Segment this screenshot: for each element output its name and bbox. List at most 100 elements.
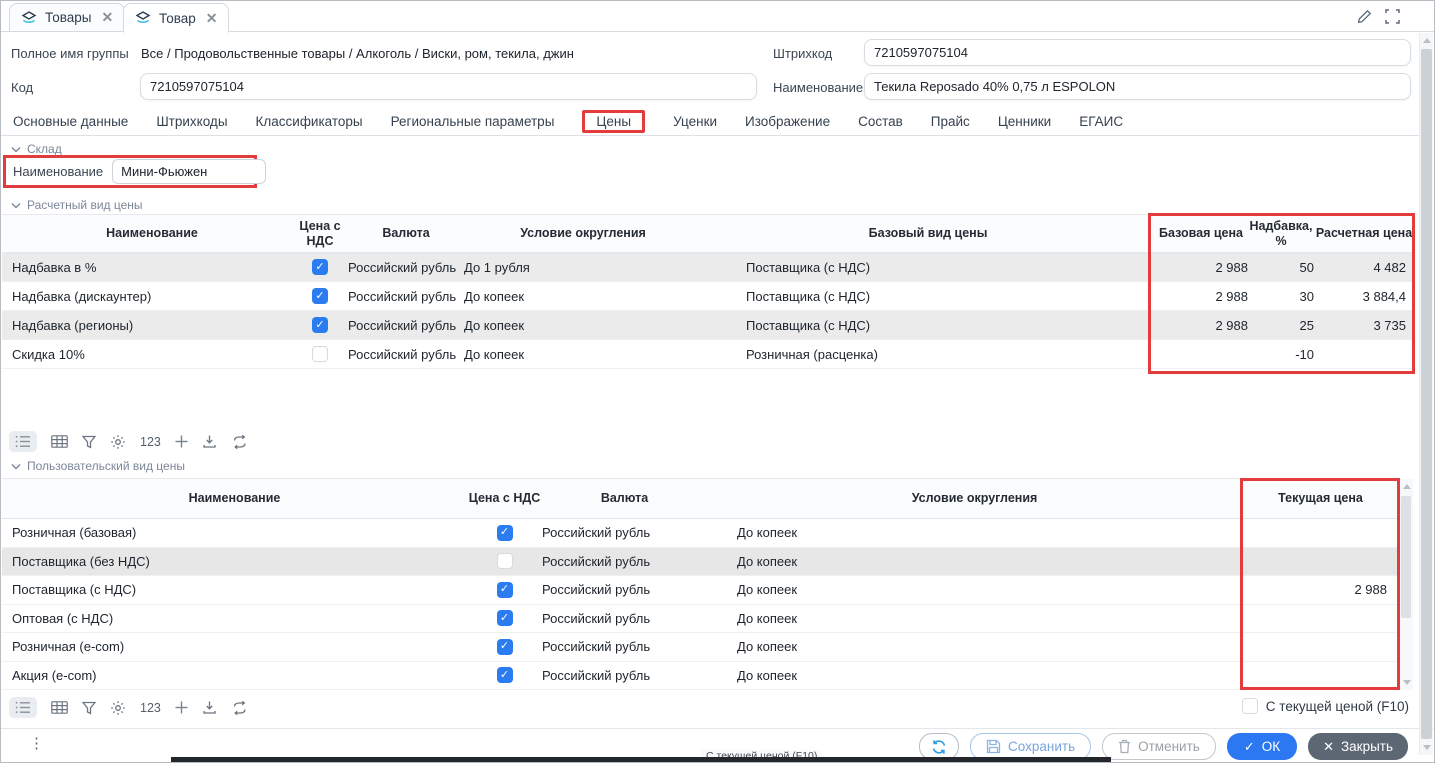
tab-основные-данные[interactable]: Основные данные bbox=[13, 114, 128, 129]
close-icon[interactable]: ✕ bbox=[101, 9, 113, 26]
vat-checkbox[interactable]: ✓ bbox=[497, 582, 513, 598]
cell-currency[interactable]: Российский рубль bbox=[542, 525, 707, 540]
tab-состав[interactable]: Состав bbox=[858, 114, 903, 129]
grid-view-icon[interactable] bbox=[51, 701, 68, 714]
window-tab-products[interactable]: Товары ✕ bbox=[9, 3, 125, 32]
scroll-up-icon[interactable] bbox=[1403, 484, 1411, 489]
repeat-icon[interactable] bbox=[231, 701, 249, 715]
cell-markup[interactable]: 25 bbox=[1248, 318, 1314, 333]
barcode-input[interactable] bbox=[864, 39, 1411, 66]
window-scrollbar[interactable] bbox=[1419, 33, 1433, 755]
tab-ценники[interactable]: Ценники bbox=[998, 114, 1051, 129]
list-view-icon[interactable] bbox=[9, 431, 37, 452]
cell-markup[interactable]: -10 bbox=[1248, 347, 1314, 362]
cell-rounding[interactable]: До копеек bbox=[707, 554, 1242, 569]
col-header-name[interactable]: Наименование bbox=[2, 215, 292, 252]
cell-currency[interactable]: Российский рубль bbox=[542, 554, 707, 569]
col-header-vat[interactable]: Цена с НДС bbox=[467, 479, 542, 518]
cell-rounding[interactable]: До копеек bbox=[464, 289, 702, 304]
cell-current-price[interactable]: 2 988 bbox=[1242, 582, 1399, 597]
cell-rounding[interactable]: До копеек bbox=[707, 525, 1242, 540]
vat-checkbox[interactable]: ✓ bbox=[497, 525, 513, 541]
numbers-toggle[interactable]: 123 bbox=[140, 701, 161, 715]
cell-base-type[interactable]: Поставщика (с НДС) bbox=[702, 289, 1154, 304]
vat-checkbox[interactable]: ✓ bbox=[312, 317, 328, 333]
col-header-vat[interactable]: Цена с НДС bbox=[292, 215, 348, 252]
cancel-button[interactable]: Отменить bbox=[1102, 733, 1216, 760]
tab-егаис[interactable]: ЕГАИС bbox=[1079, 114, 1123, 129]
cell-name[interactable]: Надбавка (регионы) bbox=[2, 318, 292, 333]
section-calc-prices[interactable]: Расчетный вид цены bbox=[11, 198, 143, 212]
pencil-icon[interactable] bbox=[1357, 9, 1372, 24]
table-row[interactable]: Акция (e-com) ✓ Российский рубль До копе… bbox=[2, 662, 1399, 691]
scrollbar-thumb[interactable] bbox=[1401, 496, 1411, 618]
plus-icon[interactable] bbox=[175, 435, 188, 448]
cell-markup[interactable]: 50 bbox=[1248, 260, 1314, 275]
refresh-button[interactable] bbox=[919, 733, 959, 760]
cell-currency[interactable]: Российский рубль bbox=[542, 668, 707, 683]
cell-currency[interactable]: Российский рубль bbox=[348, 347, 464, 362]
kebab-menu-icon[interactable]: ⋮ bbox=[29, 734, 44, 752]
col-header-currency[interactable]: Валюта bbox=[348, 215, 464, 252]
cell-name[interactable]: Надбавка (дискаунтер) bbox=[2, 289, 292, 304]
col-header-calc-price[interactable]: Расчетная цена bbox=[1314, 215, 1414, 252]
code-input[interactable] bbox=[140, 73, 757, 100]
col-header-rounding[interactable]: Условие округления bbox=[464, 215, 702, 252]
save-button[interactable]: Сохранить bbox=[970, 733, 1091, 760]
col-header-name[interactable]: Наименование bbox=[2, 479, 467, 518]
tab-уценки[interactable]: Уценки bbox=[673, 114, 717, 129]
col-header-rounding[interactable]: Условие округления bbox=[707, 479, 1242, 518]
cell-base-price[interactable]: 2 988 bbox=[1154, 289, 1248, 304]
cell-name[interactable]: Надбавка в % bbox=[2, 260, 292, 275]
tab-региональные-параметры[interactable]: Региональные параметры bbox=[391, 114, 555, 129]
cell-rounding[interactable]: До копеек bbox=[464, 318, 702, 333]
col-header-currency[interactable]: Валюта bbox=[542, 479, 707, 518]
cell-rounding[interactable]: До 1 рубля bbox=[464, 260, 702, 275]
cell-name[interactable]: Поставщика (с НДС) bbox=[2, 582, 467, 597]
table-scrollbar[interactable] bbox=[1400, 479, 1413, 690]
tab-изображение[interactable]: Изображение bbox=[745, 114, 830, 129]
gear-icon[interactable] bbox=[110, 700, 126, 716]
cell-name[interactable]: Поставщика (без НДС) bbox=[2, 554, 467, 569]
name-input[interactable] bbox=[864, 73, 1411, 100]
cell-currency[interactable]: Российский рубль bbox=[542, 611, 707, 626]
repeat-icon[interactable] bbox=[231, 435, 249, 449]
vat-checkbox[interactable]: ✓ bbox=[312, 259, 328, 275]
cell-base-type[interactable]: Розничная (расценка) bbox=[702, 347, 1154, 362]
table-row[interactable]: Надбавка (регионы) ✓ Российский рубль До… bbox=[2, 311, 1414, 340]
cell-rounding[interactable]: До копеек bbox=[707, 639, 1242, 654]
vat-checkbox[interactable]: ✓ bbox=[312, 288, 328, 304]
close-icon[interactable]: ✕ bbox=[206, 10, 218, 27]
scroll-down-icon[interactable] bbox=[1423, 745, 1431, 750]
download-icon[interactable] bbox=[202, 434, 217, 449]
cell-name[interactable]: Розничная (базовая) bbox=[2, 525, 467, 540]
cell-rounding[interactable]: До копеек bbox=[707, 668, 1242, 683]
cell-base-type[interactable]: Поставщика (с НДС) bbox=[702, 318, 1154, 333]
table-row[interactable]: Оптовая (с НДС) ✓ Российский рубль До ко… bbox=[2, 605, 1399, 634]
table-row[interactable]: Поставщика (без НДС) ✓ Российский рубль … bbox=[2, 548, 1399, 577]
tab-классификаторы[interactable]: Классификаторы bbox=[256, 114, 363, 129]
cell-rounding[interactable]: До копеек bbox=[707, 611, 1242, 626]
grid-view-icon[interactable] bbox=[51, 435, 68, 448]
table-row[interactable]: Надбавка в % ✓ Российский рубль До 1 руб… bbox=[2, 253, 1414, 282]
cell-name[interactable]: Акция (e-com) bbox=[2, 668, 467, 683]
vat-checkbox[interactable]: ✓ bbox=[497, 667, 513, 683]
filter-icon[interactable] bbox=[82, 435, 96, 449]
cell-markup[interactable]: 30 bbox=[1248, 289, 1314, 304]
cell-calc-price[interactable]: 3 884,4 bbox=[1314, 289, 1414, 304]
cell-name[interactable]: Розничная (e-com) bbox=[2, 639, 467, 654]
cell-base-price[interactable]: 2 988 bbox=[1154, 260, 1248, 275]
warehouse-name-input[interactable] bbox=[112, 159, 266, 184]
scroll-down-icon[interactable] bbox=[1403, 680, 1411, 685]
numbers-toggle[interactable]: 123 bbox=[140, 435, 161, 449]
vat-checkbox[interactable]: ✓ bbox=[312, 346, 328, 362]
table-row[interactable]: Поставщика (с НДС) ✓ Российский рубль До… bbox=[2, 576, 1399, 605]
col-header-current-price[interactable]: Текущая цена bbox=[1242, 479, 1399, 518]
cell-rounding[interactable]: До копеек bbox=[707, 582, 1242, 597]
filter-icon[interactable] bbox=[82, 701, 96, 715]
vat-checkbox[interactable]: ✓ bbox=[497, 639, 513, 655]
cell-currency[interactable]: Российский рубль bbox=[542, 582, 707, 597]
cell-calc-price[interactable]: 4 482 bbox=[1314, 260, 1414, 275]
table-row[interactable]: Надбавка (дискаунтер) ✓ Российский рубль… bbox=[2, 282, 1414, 311]
vat-checkbox[interactable]: ✓ bbox=[497, 553, 513, 569]
